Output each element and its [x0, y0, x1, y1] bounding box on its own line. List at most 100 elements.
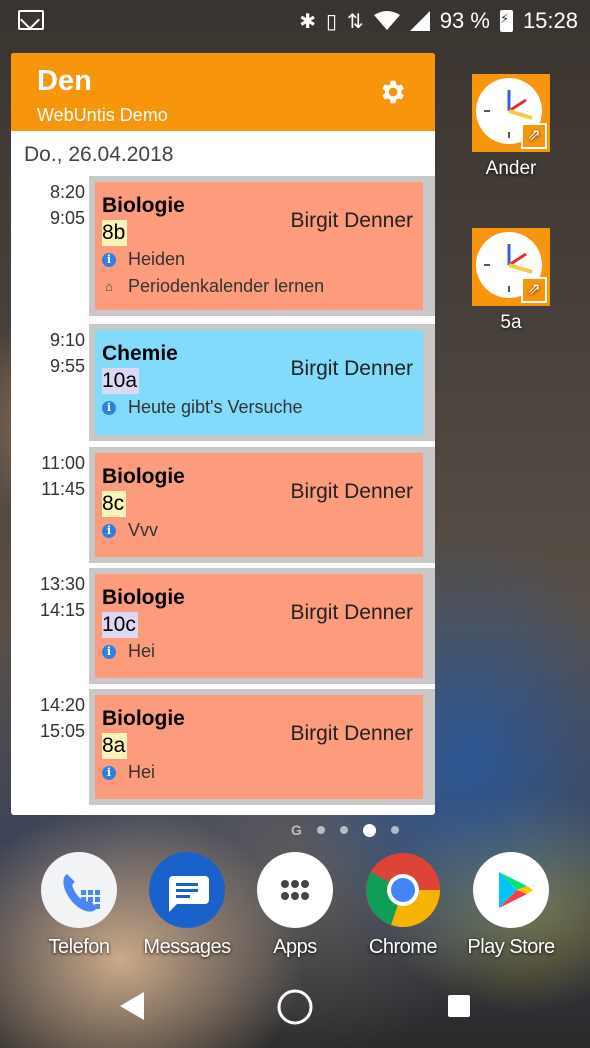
lesson-note: i Heiden [102, 246, 423, 273]
dock-app-chrome[interactable]: Chrome [348, 852, 458, 959]
shortcut-badge-icon: ⇗ [521, 123, 547, 149]
lesson-class: 8a [102, 733, 128, 759]
lesson-row[interactable]: 14:20 15:05 Biologie 8a Birgit Denner iH… [11, 686, 435, 806]
home-icon: ⌂ [105, 279, 113, 294]
app-dock: Telefon Messages Apps Chrome Play Store [0, 852, 590, 962]
page-indicator[interactable]: G [50, 822, 590, 838]
shortcut-5a[interactable]: ⇗ 5a [466, 228, 556, 334]
lesson-time: 11:00 11:45 [25, 450, 85, 502]
gmail-notification-icon [18, 10, 44, 30]
page-dot[interactable] [339, 826, 348, 834]
lesson-card-body: Chemie 10a Birgit Denner i Heute gibt's V… [95, 330, 423, 435]
lesson-card-body: Biologie 8c Birgit Denner i Vvv [95, 453, 423, 557]
lesson-card[interactable]: Biologie 8c Birgit Denner i Vvv [89, 447, 435, 563]
lesson-card[interactable]: Biologie 10c Birgit Denner i Hei [89, 568, 435, 684]
lesson-time: 14:20 15:05 [25, 692, 85, 744]
lesson-time: 9:10 9:55 [25, 327, 85, 379]
dock-app-messages[interactable]: Messages [132, 852, 242, 959]
timetable-widget[interactable]: Den WebUntis Demo Do., 26.04.2018 8:20 9… [11, 53, 435, 815]
lesson-teacher: Birgit Denner [290, 209, 413, 232]
dock-app-play-store[interactable]: Play Store [456, 852, 566, 959]
start-time: 14:20 [39, 695, 85, 715]
note-text: Hei [128, 762, 156, 782]
lesson-teacher: Birgit Denner [290, 480, 413, 503]
lesson-card-body: Biologie 8a Birgit Denner i Hei [95, 695, 423, 799]
lesson-note: i Heute gibt's Versuche [102, 394, 423, 421]
dock-app-telefon[interactable]: Telefon [24, 852, 134, 959]
info-icon: i [102, 400, 116, 415]
shortcut-label: Ander [485, 158, 537, 179]
lesson-card[interactable]: Biologie 8b Birgit Denner i Heiden ⌂ Perio… [89, 176, 435, 316]
lesson-note: i Vvv [102, 517, 423, 544]
note-text: Hei [128, 641, 156, 661]
lesson-class: 8c [102, 491, 127, 517]
dock-label: Apps [273, 936, 317, 958]
battery-charging-icon [499, 10, 513, 32]
gear-icon[interactable] [377, 77, 407, 107]
phone-icon [41, 852, 117, 928]
back-button[interactable] [118, 990, 146, 1022]
end-time: 9:05 [49, 208, 85, 228]
vibrate-icon: ▯ [326, 10, 338, 33]
lesson-note: i Hei [102, 759, 423, 786]
shortcut-badge-icon: ⇗ [521, 277, 547, 303]
widget-title: Den [37, 65, 92, 97]
lesson-row[interactable]: 8:20 9:05 Biologie 8b Birgit Denner i Hei… [11, 173, 435, 321]
data-icon: ⇅ [347, 10, 364, 33]
note-text: Vvv [128, 520, 159, 540]
info-icon: i [102, 644, 116, 659]
dock-label: Telefon [48, 936, 111, 958]
lesson-teacher: Birgit Denner [290, 357, 413, 380]
play-store-icon [473, 852, 549, 928]
google-page-dot[interactable]: G [291, 822, 302, 838]
start-time: 8:20 [49, 182, 85, 202]
homework-text: Periodenkalender lernen [128, 276, 325, 296]
lesson-card[interactable]: Biologie 8a Birgit Denner i Hei [89, 689, 435, 805]
webuntis-clock-icon: ⇗ [472, 228, 550, 306]
lesson-card-body: Biologie 10c Birgit Denner i Hei [95, 574, 423, 678]
end-time: 11:45 [41, 479, 85, 499]
lesson-row[interactable]: 13:30 14:15 Biologie 10c Birgit Denner i… [11, 565, 435, 685]
apps-icon [257, 852, 333, 928]
signal-icon [409, 11, 430, 31]
widget-header[interactable]: Den WebUntis Demo [11, 53, 435, 131]
lesson-row[interactable]: 11:00 11:45 Biologie 8c Birgit Denner iV… [11, 444, 435, 564]
lesson-time: 13:30 14:15 [25, 571, 85, 623]
lesson-note: i Hei [102, 638, 423, 665]
home-button[interactable] [276, 988, 314, 1026]
status-bar: ✱ ▯ ⇅ 93 % 15:28 [0, 0, 590, 42]
shortcut-ander[interactable]: ⇗ Ander [466, 74, 556, 180]
info-icon: i [102, 252, 116, 267]
dock-app-apps[interactable]: Apps [240, 852, 350, 959]
note-text: Heute gibt's Versuche [128, 397, 303, 417]
dock-label: Play Store [467, 936, 555, 958]
chrome-icon [365, 852, 441, 928]
start-time: 13:30 [39, 574, 85, 594]
end-time: 14:15 [39, 600, 85, 620]
clock-time: 15:28 [522, 8, 578, 33]
start-time: 9:10 [49, 330, 85, 350]
page-dot[interactable] [316, 826, 325, 834]
messages-icon [149, 852, 225, 928]
battery-percent: 93 % [439, 8, 490, 33]
page-dot-active[interactable] [362, 823, 376, 837]
lesson-homework: ⌂ Periodenkalender lernen [102, 273, 423, 300]
info-icon: i [102, 765, 116, 780]
status-icons: ✱ ▯ ⇅ 93 % 15:28 [299, 8, 578, 34]
shortcut-label: 5a [500, 312, 522, 333]
lesson-time: 8:20 9:05 [25, 179, 85, 231]
note-text: Heiden [128, 249, 186, 269]
info-icon: i [102, 523, 116, 538]
lesson-card[interactable]: Chemie 10a Birgit Denner i Heute gibt's V… [89, 324, 435, 441]
lesson-row[interactable]: 9:10 9:55 Chemie 10a Birgit Denner i Heut… [11, 321, 435, 441]
navigation-bar [0, 970, 590, 1048]
lesson-teacher: Birgit Denner [290, 601, 413, 624]
recents-button[interactable] [447, 994, 471, 1018]
lesson-card-body: Biologie 8b Birgit Denner i Heiden ⌂ Perio… [95, 182, 423, 310]
page-dot[interactable] [390, 826, 399, 834]
start-time: 11:00 [41, 453, 85, 473]
bluetooth-icon: ✱ [299, 10, 316, 33]
end-time: 9:55 [49, 356, 85, 376]
webuntis-clock-icon: ⇗ [472, 74, 550, 152]
end-time: 15:05 [39, 721, 85, 741]
